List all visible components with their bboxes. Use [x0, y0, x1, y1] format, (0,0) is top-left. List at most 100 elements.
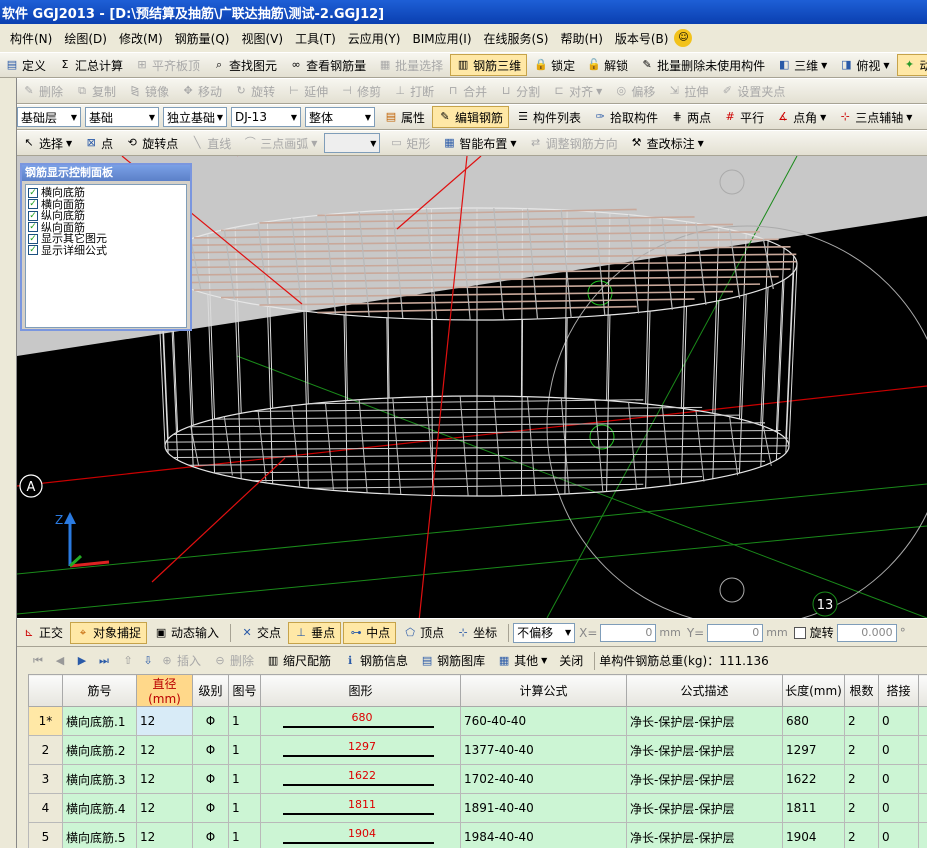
dynamic-input-toggle[interactable]: ▣ 动态输入	[149, 622, 224, 644]
column-header[interactable]: 图号	[228, 674, 261, 707]
rebar-library-button[interactable]: ▤ 钢筋图库	[415, 650, 490, 672]
define-button[interactable]: ▤ 定义	[0, 54, 51, 76]
shape-cell[interactable]: 1622	[260, 764, 461, 794]
column-header[interactable]: 级别	[192, 674, 229, 707]
parallel-button[interactable]: # 平行	[718, 106, 769, 128]
grade-cell[interactable]: Φ	[192, 764, 229, 794]
line-button[interactable]: ╲ 直线	[185, 132, 236, 154]
count-cell[interactable]: 2	[844, 793, 879, 823]
batch-select-button[interactable]: ▦ 批量选择	[373, 54, 448, 76]
figure-number-cell[interactable]: 1	[228, 706, 261, 736]
rect-button[interactable]: ▭ 矩形	[384, 132, 435, 154]
copy-button[interactable]: ⧉ 复制	[70, 80, 121, 102]
column-header[interactable]: 搭接	[878, 674, 919, 707]
component-list-button[interactable]: ☰ 构件列表	[511, 106, 586, 128]
table-row[interactable]: 4 横向底筋.4 12 Φ 1 1811 1891-40-40 净长-保护层-保…	[28, 793, 927, 823]
scale-rebar-button[interactable]: ▥ 缩尺配筋	[261, 650, 336, 672]
shape-cell[interactable]: 1811	[260, 793, 461, 823]
bar-name-cell[interactable]: 横向底筋.5	[62, 822, 137, 848]
view-rebar-button[interactable]: ∞ 查看钢筋量	[284, 54, 371, 76]
formula-cell[interactable]: 1377-40-40	[460, 735, 627, 765]
menu-online[interactable]: 在线服务(S)	[478, 30, 555, 47]
menu-version[interactable]: 版本号(B)	[609, 30, 675, 47]
formula-cell[interactable]: 1702-40-40	[460, 764, 627, 794]
length-cell[interactable]: 680	[782, 706, 845, 736]
extra-cell[interactable]	[918, 793, 927, 823]
type-select[interactable]: 独立基础 ▼	[163, 107, 227, 127]
column-header[interactable]: 直径(mm)	[136, 674, 193, 707]
menu-help[interactable]: 帮助(H)	[554, 30, 608, 47]
perpendicular-snap[interactable]: ⊥ 垂点	[288, 621, 342, 644]
left-navigation-strip[interactable]	[0, 78, 17, 848]
offset-button[interactable]: ◎ 偏移	[609, 80, 660, 102]
whole-select[interactable]: 整体 ▼	[305, 107, 375, 127]
intersect-snap[interactable]: ✕ 交点	[235, 622, 286, 644]
count-cell[interactable]: 2	[844, 735, 879, 765]
sum-calc-button[interactable]: Σ 汇总计算	[53, 54, 128, 76]
break-button[interactable]: ⊥ 打断	[388, 80, 439, 102]
y-coord-input[interactable]: 0	[707, 623, 764, 642]
lap-cell[interactable]: 0	[878, 735, 919, 765]
grade-cell[interactable]: Φ	[192, 735, 229, 765]
shape-cell[interactable]: 1904	[260, 822, 461, 848]
three-point-aux-dropdown[interactable]: ⊹ 三点辅轴 ▼	[833, 106, 917, 128]
first-record-icon[interactable]: ⏮	[31, 654, 45, 668]
bar-name-cell[interactable]: 横向底筋.4	[62, 793, 137, 823]
arc-button[interactable]: ⌒ 三点画弧 ▼	[238, 132, 322, 154]
length-cell[interactable]: 1904	[782, 822, 845, 848]
last-record-icon[interactable]: ⏭	[97, 654, 111, 668]
column-header[interactable]: 公式描述	[626, 674, 783, 707]
move-button[interactable]: ✥ 移动	[176, 80, 227, 102]
column-header[interactable]: 图形	[260, 674, 461, 707]
mirror-button[interactable]: ⧎ 镜像	[123, 80, 174, 102]
stretch-button[interactable]: ⇲ 拉伸	[662, 80, 713, 102]
formula-cell[interactable]: 1891-40-40	[460, 793, 627, 823]
object-snap-toggle[interactable]: ⌖ 对象捕捉	[70, 621, 148, 644]
category-select[interactable]: 基础 ▼	[85, 107, 159, 127]
formula-desc-cell[interactable]: 净长-保护层-保护层	[626, 706, 783, 736]
two-points-button[interactable]: ⋕ 两点	[665, 106, 716, 128]
length-cell[interactable]: 1811	[782, 793, 845, 823]
close-grid-button[interactable]: 关闭	[554, 650, 588, 672]
smiley-icon[interactable]: ☺	[674, 29, 693, 47]
diameter-cell[interactable]: 12	[136, 822, 193, 848]
adjust-rebar-dir-button[interactable]: ⇄ 调整钢筋方向	[524, 132, 623, 154]
count-cell[interactable]: 2	[844, 764, 879, 794]
prev-record-icon[interactable]: ◀	[53, 654, 67, 668]
formula-desc-cell[interactable]: 净长-保护层-保护层	[626, 822, 783, 848]
align-dropdown[interactable]: ⊏ 对齐 ▼	[547, 80, 607, 102]
ortho-toggle[interactable]: ⊾ 正交	[17, 622, 68, 644]
checkbox-horizontal-bottom[interactable]: ✓ 横向底筋	[28, 187, 184, 199]
x-coord-input[interactable]: 0	[600, 623, 657, 642]
arc-mode-select[interactable]: ▼	[324, 133, 381, 153]
grade-cell[interactable]: Φ	[192, 793, 229, 823]
unlock-button[interactable]: 🔓 解锁	[582, 54, 633, 76]
diameter-cell[interactable]: 12	[136, 706, 193, 736]
menu-rebar-quantity[interactable]: 钢筋量(Q)	[169, 30, 236, 47]
figure-number-cell[interactable]: 1	[228, 764, 261, 794]
menu-draw[interactable]: 绘图(D)	[58, 30, 113, 47]
figure-number-cell[interactable]: 1	[228, 822, 261, 848]
menu-modify[interactable]: 修改(M)	[113, 30, 169, 47]
lap-cell[interactable]: 0	[878, 822, 919, 848]
count-cell[interactable]: 2	[844, 822, 879, 848]
table-row[interactable]: 1* 横向底筋.1 12 Φ 1 680 760-40-40 净长-保护层-保护…	[28, 706, 927, 736]
checkbox-vertical-bottom[interactable]: ✓ 纵向底筋	[28, 210, 184, 222]
column-header[interactable]: 根数	[844, 674, 879, 707]
diameter-cell[interactable]: 12	[136, 793, 193, 823]
grid-delete-button[interactable]: ⊖ 删除	[208, 650, 259, 672]
table-row[interactable]: 3 横向底筋.3 12 Φ 1 1622 1702-40-40 净长-保护层-保…	[28, 764, 927, 794]
top-view-dropdown[interactable]: ◨ 俯视 ▼	[834, 54, 894, 76]
trim-button[interactable]: ⊣ 修剪	[335, 80, 386, 102]
rotate-point-button[interactable]: ⟲ 旋转点	[120, 132, 183, 154]
find-element-button[interactable]: ⌕ 查找图元	[207, 54, 282, 76]
coordinate-snap[interactable]: ⊹ 坐标	[451, 622, 502, 644]
extra-cell[interactable]	[918, 735, 927, 765]
lap-cell[interactable]: 0	[878, 793, 919, 823]
pick-component-button[interactable]: ✑ 拾取构件	[588, 106, 663, 128]
rebar-info-button[interactable]: ℹ 钢筋信息	[338, 650, 413, 672]
extra-cell[interactable]	[918, 822, 927, 848]
count-cell[interactable]: 2	[844, 706, 879, 736]
grade-cell[interactable]: Φ	[192, 706, 229, 736]
other-dropdown[interactable]: ▦ 其他 ▼	[492, 650, 552, 672]
